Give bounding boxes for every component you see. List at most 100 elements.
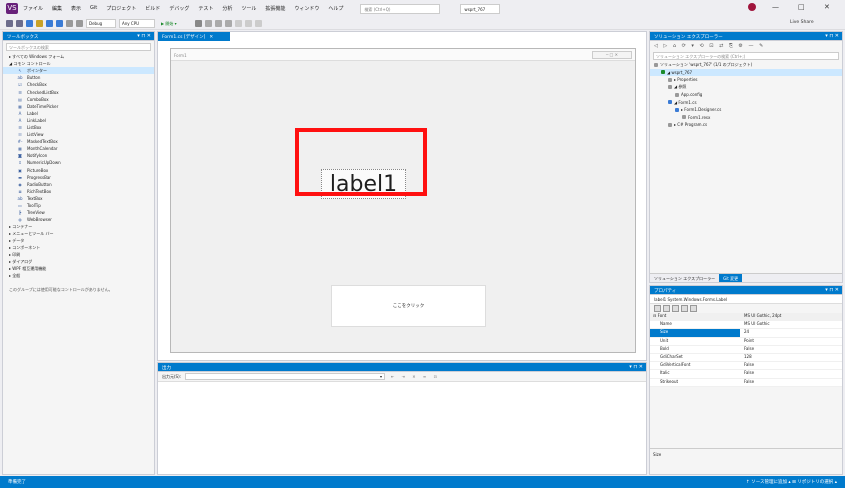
toolbox-item[interactable]: ┣ TreeView [3,209,154,216]
property-value[interactable]: Point [740,338,842,345]
toolbox-item[interactable]: ab Button [3,74,154,81]
save-all-icon[interactable] [56,19,63,27]
open-icon[interactable] [36,19,43,27]
toolbox-item[interactable]: ▤ ComboBox [3,96,154,103]
alphabetical-icon[interactable] [663,305,670,312]
props-pin-icon[interactable]: ▾ ⊓ ✕ [825,287,839,293]
toolbox-item[interactable]: ◙ NotifyIcon [3,152,154,159]
output-tools-icon[interactable]: ⇤ ⇥ ✕ ≡ ⊡ [391,374,440,379]
menu-item[interactable]: ファイル [23,5,43,12]
save-icon[interactable] [46,19,53,27]
toolbox-item[interactable]: ◉ RadioButton [3,181,154,188]
properties-icon[interactable] [672,305,679,312]
menu-item[interactable]: プロジェクト [106,5,136,12]
button1-control[interactable]: ここをクリック [331,285,486,327]
align-left-icon[interactable] [205,19,212,27]
menu-item[interactable]: 編集 [52,5,62,12]
toolbox-item[interactable]: ☑ CheckBox [3,81,154,88]
redo-icon[interactable] [76,19,83,27]
toolbox-section[interactable]: ▸ すべての Windows フォーム [3,53,154,60]
align-right-icon[interactable] [225,19,232,27]
close-icon[interactable]: ✕ [824,3,830,11]
toolbox-item[interactable]: ab TextBox [3,195,154,202]
property-row[interactable]: GdiCharSet 128 [650,353,842,363]
search-input[interactable]: 検索 (Ctrl+Q) [360,3,441,14]
property-object-selector[interactable]: label1 System.Windows.Forms.Label [650,295,842,304]
property-value[interactable]: False [740,346,842,353]
platform-dropdown[interactable]: Any CPU [119,18,155,28]
property-pages-icon[interactable] [690,305,697,312]
property-row[interactable]: Strikeout False [650,378,842,387]
solution-explorer-toolbar[interactable]: ◁ ▷ ⌂ ⟳ ▾ ⟲ ⊡ ⇄ ⎘ ⚙ — ✎ [650,41,842,51]
start-button[interactable]: ▶ 開始 ▾ [158,19,192,28]
se-pin-icon[interactable]: ▾ ⊓ ✕ [825,33,839,39]
menu-item[interactable]: ウィンドウ [294,5,319,12]
toolbox-section[interactable]: ▸ メニューとツール バー [3,230,154,237]
toolbox-item[interactable]: ▭ ToolTip [3,202,154,209]
toolbox-item[interactable]: ▦ MonthCalendar [3,145,154,152]
events-icon[interactable] [681,305,688,312]
tree-item[interactable]: ▸ C# Program.cs [650,121,842,129]
menu-item[interactable]: ヘルプ [328,5,343,12]
output-source-dropdown[interactable]: ▾ [185,373,386,380]
property-row[interactable]: ⊟ Font MS UI Gothic, 24pt [650,313,842,322]
align-middle-icon[interactable] [245,19,252,27]
property-row[interactable]: Bold False [650,345,842,354]
minimize-icon[interactable]: — [772,3,779,11]
tree-item[interactable]: ◢ wsprt_767 [650,68,842,76]
tab-solution-explorer[interactable]: ソリューション エクスプローラー [650,274,719,282]
align-bottom-icon[interactable] [255,19,262,27]
align-top-icon[interactable] [235,19,242,27]
new-project-icon[interactable] [26,19,33,27]
tree-item[interactable]: ◢ 参照 [650,84,842,92]
property-row[interactable]: Unit Point [650,337,842,346]
property-value[interactable]: False [740,370,842,377]
maximize-icon[interactable]: □ [798,3,805,11]
toolbox-section[interactable]: ▸ コンテナー [3,223,154,230]
toolbox-section[interactable]: ▸ 印刷 [3,252,154,259]
tree-item[interactable]: ▸ Form1.Designer.cs [650,106,842,114]
tree-item[interactable]: ▸ Properties [650,76,842,84]
toolbox-section[interactable]: ▸ データ [3,237,154,244]
configuration-dropdown[interactable]: Debug [86,18,116,28]
toolbox-item[interactable]: ◍ WebBrowser [3,216,154,223]
tree-item[interactable]: ソリューション 'wsprt_767' (1/1 のプロジェクト) [650,61,842,69]
toolbox-item[interactable]: ☷ ListView [3,131,154,138]
account-avatar[interactable] [748,3,756,11]
toolbox-item[interactable]: ▦ DateTimePicker [3,103,154,110]
tree-item[interactable]: ◢ Form1.cs [650,99,842,107]
toolbox-section[interactable]: ◢ コモン コントロール [3,60,154,67]
property-row[interactable]: Italic False [650,370,842,379]
toolbox-search-input[interactable]: ツールボックスの検索 [6,43,151,51]
property-value[interactable]: MS UI Gothic, 24pt [740,313,842,321]
back-icon[interactable] [6,19,13,27]
toolbox-item[interactable]: ≣ RichTextBox [3,188,154,195]
toolbox-item[interactable]: ☰ ListBox [3,124,154,131]
toolbox-item[interactable]: A LinkLabel [3,117,154,124]
toolbox-section[interactable]: ▸ コンポーネント [3,245,154,252]
categorized-icon[interactable] [654,305,661,312]
toolbox-section[interactable]: ▸ 全般 [3,273,154,280]
toolbox-item[interactable]: ⇕ NumericUpDown [3,159,154,166]
forward-icon[interactable] [16,19,23,27]
toolbox-item[interactable]: ▬ ProgressBar [3,174,154,181]
menu-item[interactable]: テスト [198,5,213,12]
property-row[interactable]: Name MS UI Gothic [650,321,842,330]
menu-item[interactable]: ツール [241,5,256,12]
hot-reload-icon[interactable] [195,19,202,27]
toolbox-item[interactable]: ↖ ポインター [3,67,154,75]
menu-item[interactable]: 分析 [222,5,232,12]
menu-item[interactable]: 拡張機能 [265,5,285,12]
tree-item[interactable]: Form1.resx [650,114,842,122]
menu-item[interactable]: Git [90,5,97,12]
tab-git-changes[interactable]: Git 変更 [719,274,743,282]
pin-icon[interactable]: ▾ ⊓ ✕ [137,33,151,39]
property-value[interactable]: 24 [740,329,842,336]
property-value[interactable]: False [740,362,842,369]
menu-item[interactable]: ビルド [145,5,160,12]
source-control-status[interactable]: ↑ ソース管理に追加 ▴ ⊞ リポジトリの選択 ▴ [746,479,837,485]
tab-form1-design[interactable]: Form1.cs [デザイン] ✕ [158,32,230,41]
menu-item[interactable]: 表示 [71,5,81,12]
property-value[interactable]: False [740,379,842,386]
align-center-icon[interactable] [215,19,222,27]
